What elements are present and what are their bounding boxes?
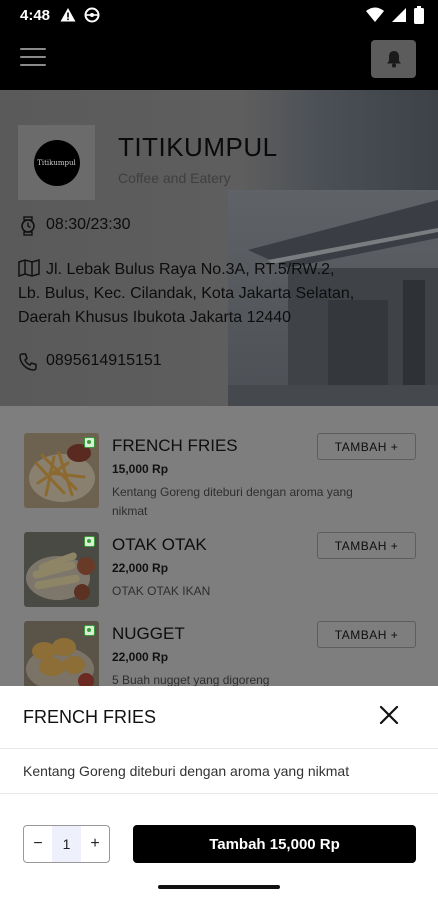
hours-text: 08:30/23:30 [46, 216, 131, 233]
status-time: 4:48 [20, 6, 51, 24]
item-desc: Kentang Goreng diteburi dengan aroma yan… [112, 485, 353, 518]
shop-name: TITIKUMPUL [118, 132, 278, 162]
close-icon [379, 705, 399, 725]
hamburger-icon [20, 48, 46, 50]
add-button[interactable]: TAMBAH + [317, 433, 416, 460]
veg-badge [84, 625, 95, 636]
menu-list: FRENCH FRIES 15,000 Rp Kentang Goreng di… [0, 406, 438, 696]
opening-hours: 08:30/23:30 [18, 216, 131, 236]
item-price: 22,000 Rp [112, 561, 169, 575]
sheet-title: FRENCH FRIES [23, 707, 157, 727]
sheet-description: Kentang Goreng diteburi dengan aroma yan… [0, 748, 438, 794]
menu-item[interactable]: FRENCH FRIES 15,000 Rp Kentang Goreng di… [0, 433, 438, 523]
add-to-cart-button[interactable]: Tambah 15,000 Rp [133, 825, 416, 863]
veg-badge [84, 437, 95, 448]
hamburger-menu-button[interactable] [20, 48, 46, 70]
address-value: Jl. Lebak Bulus Raya No.3A, RT.5/RW.2, L… [18, 261, 355, 326]
status-right [366, 6, 424, 24]
alert-icon [60, 8, 76, 22]
shop-phone[interactable]: 0895614915151 [18, 352, 162, 372]
quantity-value[interactable]: 1 [52, 826, 81, 862]
item-name: NUGGET [112, 624, 185, 643]
shop-logo: Titikumpul [18, 125, 95, 200]
close-button[interactable] [376, 702, 402, 728]
map-icon [18, 259, 40, 278]
battery-icon [414, 6, 424, 24]
item-price: 15,000 Rp [112, 462, 169, 476]
item-image [24, 532, 99, 607]
shop-subtitle: Coffee and Eatery [118, 170, 231, 186]
signal-icon [392, 8, 406, 22]
app-screen: 4:48 Titikumpul TITIKUMPUL Coffee and Ea… [0, 0, 438, 900]
add-button[interactable]: TAMBAH + [317, 532, 416, 559]
shop-header: Titikumpul TITIKUMPUL Coffee and Eatery … [0, 90, 438, 406]
item-image [24, 433, 99, 508]
phone-text: 0895614915151 [46, 352, 162, 369]
watch-icon [21, 216, 35, 236]
item-desc: OTAK OTAK IKAN [112, 584, 211, 598]
system-nav-bar [0, 874, 438, 900]
veg-badge [84, 536, 95, 547]
item-price: 22,000 Rp [112, 650, 169, 664]
phone-icon [19, 353, 37, 371]
sheet-desc-text: Kentang Goreng diteburi dengan aroma yan… [23, 763, 350, 779]
item-bottom-sheet: FRENCH FRIES Kentang Goreng diteburi den… [0, 686, 438, 900]
decrement-button[interactable]: − [24, 826, 52, 862]
shop-address: Jl. Lebak Bulus Raya No.3A, RT.5/RW.2, L… [18, 258, 358, 330]
sheet-header: FRENCH FRIES [0, 686, 438, 746]
wifi-icon [366, 7, 384, 22]
logo-circle: Titikumpul [33, 139, 80, 186]
item-name: FRENCH FRIES [112, 436, 238, 455]
bell-icon [386, 51, 401, 68]
notification-button[interactable] [371, 40, 416, 78]
steering-wheel-icon [84, 7, 100, 23]
app-bar [0, 30, 438, 90]
menu-item[interactable]: OTAK OTAK 22,000 Rp OTAK OTAK IKAN TAMBA… [0, 532, 438, 622]
status-bar: 4:48 [0, 0, 438, 30]
increment-button[interactable]: + [81, 826, 109, 862]
address-text: Jl. Lebak Bulus Raya No.3A, RT.5/RW.2, L… [18, 258, 358, 330]
item-image [24, 621, 99, 696]
item-name: OTAK OTAK [112, 535, 207, 554]
quantity-stepper: − 1 + [23, 825, 110, 863]
add-button[interactable]: TAMBAH + [317, 621, 416, 648]
home-indicator[interactable] [158, 885, 280, 889]
